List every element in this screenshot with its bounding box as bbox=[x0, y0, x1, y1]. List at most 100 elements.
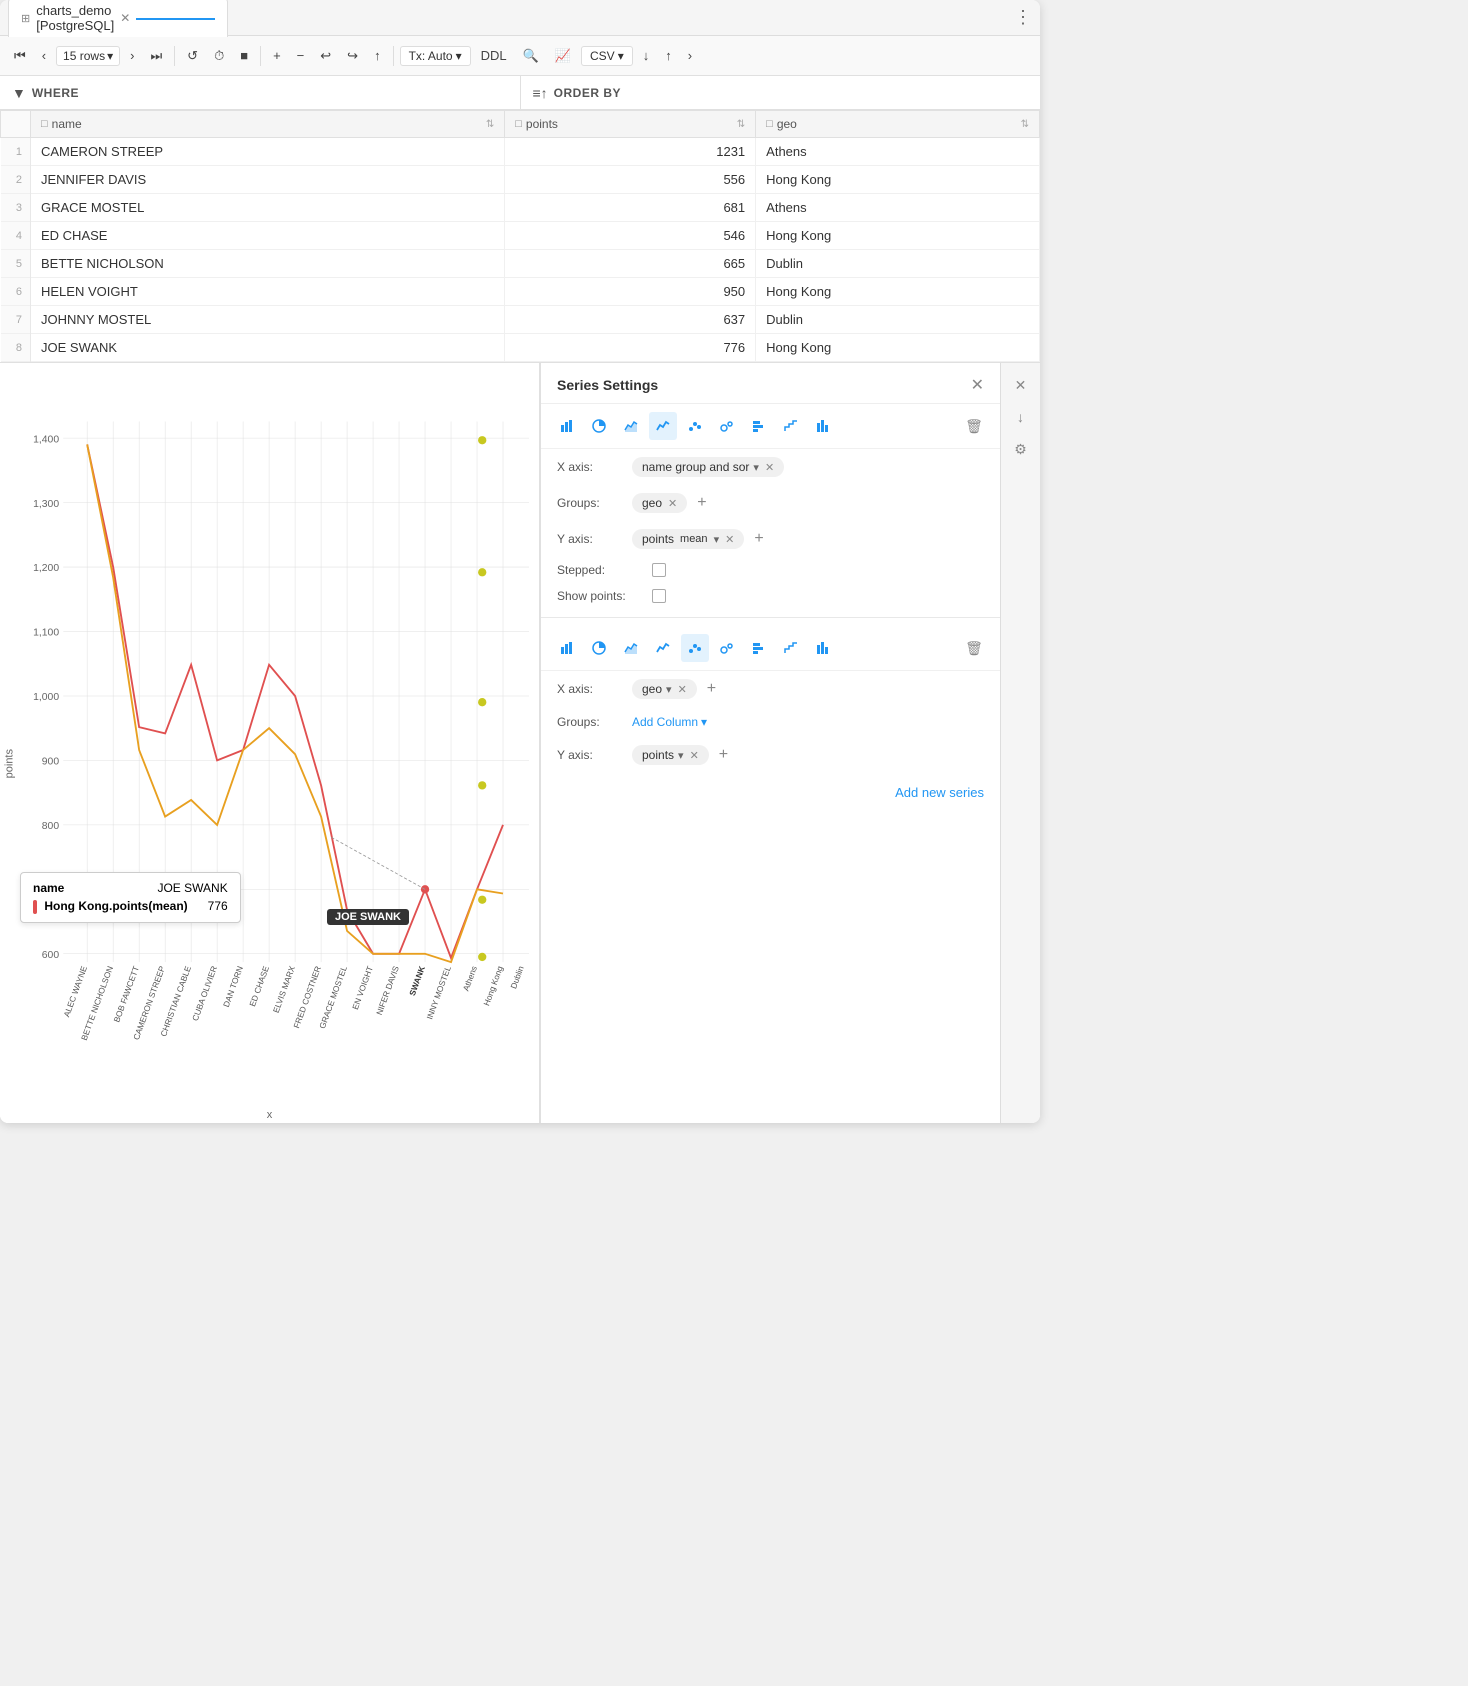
cell-geo: Hong Kong bbox=[756, 166, 1040, 194]
add-column-button[interactable]: Add Column ▾ bbox=[632, 715, 707, 729]
table-row: 8 JOE SWANK 776 Hong Kong bbox=[1, 334, 1040, 362]
chart-type-bar-btn[interactable] bbox=[553, 412, 581, 440]
x-axis-add-2[interactable]: + bbox=[707, 680, 716, 698]
series-2: 🗑 X axis: geo ▾ ✕ + Groups: Add bbox=[541, 626, 1000, 773]
chart-type-step-btn[interactable] bbox=[777, 412, 805, 440]
cell-geo: Athens bbox=[756, 194, 1040, 222]
y-axis-tag-2[interactable]: points ▾ ✕ bbox=[632, 745, 709, 765]
tx-selector[interactable]: Tx: Auto ▾ bbox=[400, 46, 471, 66]
stepped-checkbox[interactable] bbox=[652, 563, 666, 577]
csv-selector[interactable]: CSV ▾ bbox=[581, 46, 633, 66]
redo-button[interactable]: ↪ bbox=[341, 45, 364, 67]
row-num-header bbox=[1, 111, 31, 138]
ddl-button[interactable]: DDL bbox=[475, 45, 513, 66]
y-axis-add-1[interactable]: + bbox=[754, 530, 763, 548]
title-tab[interactable]: ⊞ charts_demo [PostgreSQL] ✕ bbox=[8, 0, 228, 37]
col-geo-header[interactable]: □ geo ⇅ bbox=[756, 111, 1040, 138]
x-axis-remove-2[interactable]: ✕ bbox=[678, 683, 687, 696]
chart-type-bubble-btn[interactable] bbox=[713, 412, 741, 440]
tab-close-button[interactable]: ✕ bbox=[120, 11, 130, 25]
order-section: ≡↑ ORDER BY bbox=[521, 76, 1041, 109]
refresh-button[interactable]: ↺ bbox=[181, 45, 204, 67]
title-bar: ⊞ charts_demo [PostgreSQL] ✕ ⋮ bbox=[0, 0, 1040, 36]
rows-selector[interactable]: 15 rows ▾ bbox=[56, 46, 120, 66]
side-settings-button[interactable]: ⚙ bbox=[1007, 435, 1035, 463]
side-actions: ✕ ↓ ⚙ bbox=[1000, 363, 1040, 1123]
download-button[interactable]: ↓ bbox=[637, 45, 656, 66]
history-button[interactable]: ⏱ bbox=[208, 45, 230, 67]
svg-text:800: 800 bbox=[42, 821, 60, 832]
x-axis-row-1: X axis: name group and sor ▾ ✕ bbox=[541, 449, 1000, 485]
y-axis-row-2: Y axis: points ▾ ✕ + bbox=[541, 737, 1000, 773]
s2-chart-type-vbar-btn[interactable] bbox=[809, 634, 837, 662]
series-2-delete-btn[interactable]: 🗑 bbox=[960, 634, 988, 662]
side-close-button[interactable]: ✕ bbox=[1007, 371, 1035, 399]
nav-first-button[interactable]: ⏮ bbox=[8, 45, 32, 67]
x-axis-tag-1[interactable]: name group and sor ▾ ✕ bbox=[632, 457, 784, 477]
cell-name: JENNIFER DAVIS bbox=[31, 166, 505, 194]
table-row: 2 JENNIFER DAVIS 556 Hong Kong bbox=[1, 166, 1040, 194]
chart-type-area-btn[interactable] bbox=[617, 412, 645, 440]
svg-text:EN VOIGHT: EN VOIGHT bbox=[350, 965, 375, 1011]
add-new-series-button[interactable]: Add new series bbox=[895, 785, 984, 800]
side-download-button[interactable]: ↓ bbox=[1007, 403, 1035, 431]
y-axis-agg-1[interactable]: mean bbox=[680, 533, 708, 545]
x-axis-tag-2[interactable]: geo ▾ ✕ bbox=[632, 679, 697, 699]
s2-chart-type-hbar-btn[interactable] bbox=[745, 634, 773, 662]
upload-button[interactable]: ↑ bbox=[368, 45, 387, 66]
y-axis-value-1: points bbox=[642, 532, 674, 546]
s2-chart-type-scatter-btn[interactable] bbox=[681, 634, 709, 662]
cell-points: 776 bbox=[505, 334, 756, 362]
stop-button[interactable]: ■ bbox=[234, 45, 254, 66]
s2-chart-type-line-btn[interactable] bbox=[649, 634, 677, 662]
series-1-delete-btn[interactable]: 🗑 bbox=[960, 412, 988, 440]
panel-close-button[interactable]: ✕ bbox=[971, 375, 984, 395]
nav-prev-button[interactable]: ‹ bbox=[36, 45, 52, 66]
chart-type-vbar-btn[interactable] bbox=[809, 412, 837, 440]
x-axis-value-1: name group and sor bbox=[642, 460, 749, 474]
group-tag-1[interactable]: geo ✕ bbox=[632, 493, 687, 513]
cell-name: CAMERON STREEP bbox=[31, 138, 505, 166]
search-button[interactable]: 🔍 bbox=[517, 45, 545, 67]
col-geo-label: geo bbox=[777, 117, 797, 131]
x-axis-remove-1[interactable]: ✕ bbox=[765, 461, 774, 474]
y-axis-dropdown-2[interactable]: ▾ bbox=[678, 749, 684, 762]
group-remove-1[interactable]: ✕ bbox=[668, 497, 677, 510]
export-button[interactable]: ↑ bbox=[659, 45, 678, 66]
nav-last-button[interactable]: ⏭ bbox=[144, 45, 168, 67]
y-axis-tag-1[interactable]: points mean ▾ ✕ bbox=[632, 529, 744, 549]
remove-row-button[interactable]: − bbox=[291, 45, 311, 66]
undo-button[interactable]: ↩ bbox=[314, 45, 337, 67]
forward-button[interactable]: › bbox=[682, 45, 698, 66]
row-number: 5 bbox=[1, 250, 31, 278]
y-axis-remove-2[interactable]: ✕ bbox=[690, 749, 699, 762]
s2-chart-type-pie-btn[interactable] bbox=[585, 634, 613, 662]
x-axis-dropdown-2[interactable]: ▾ bbox=[666, 683, 672, 696]
table-row: 4 ED CHASE 546 Hong Kong bbox=[1, 222, 1040, 250]
s2-chart-type-step-btn[interactable] bbox=[777, 634, 805, 662]
y-axis-dropdown-1[interactable]: ▾ bbox=[714, 533, 720, 546]
svg-text:FRED COSTNER: FRED COSTNER bbox=[291, 965, 323, 1030]
s2-chart-type-bar-btn[interactable] bbox=[553, 634, 581, 662]
cell-geo: Hong Kong bbox=[756, 334, 1040, 362]
col-points-sort-icon: ⇅ bbox=[737, 119, 745, 130]
filter-bar: ▼ WHERE ≡↑ ORDER BY bbox=[0, 76, 1040, 110]
chart-type-line-btn[interactable] bbox=[649, 412, 677, 440]
add-row-button[interactable]: + bbox=[267, 45, 287, 66]
s2-chart-type-bubble-btn[interactable] bbox=[713, 634, 741, 662]
nav-next-button[interactable]: › bbox=[124, 45, 140, 66]
show-points-checkbox[interactable] bbox=[652, 589, 666, 603]
chart-type-hbar-btn[interactable] bbox=[745, 412, 773, 440]
chart-button[interactable]: 📈 bbox=[549, 45, 577, 67]
chart-type-pie-btn[interactable] bbox=[585, 412, 613, 440]
chart-type-scatter-btn[interactable] bbox=[681, 412, 709, 440]
x-axis-dropdown-1[interactable]: ▾ bbox=[753, 461, 759, 474]
col-points-header[interactable]: □ points ⇅ bbox=[505, 111, 756, 138]
more-menu-button[interactable]: ⋮ bbox=[1014, 7, 1032, 28]
y-axis-add-2[interactable]: + bbox=[719, 746, 728, 764]
group-add-1[interactable]: + bbox=[697, 494, 706, 512]
s2-chart-type-area-btn[interactable] bbox=[617, 634, 645, 662]
y-axis-remove-1[interactable]: ✕ bbox=[725, 533, 734, 546]
col-name-header[interactable]: □ name ⇅ bbox=[31, 111, 505, 138]
x-axis-label-1: X axis: bbox=[557, 460, 622, 474]
